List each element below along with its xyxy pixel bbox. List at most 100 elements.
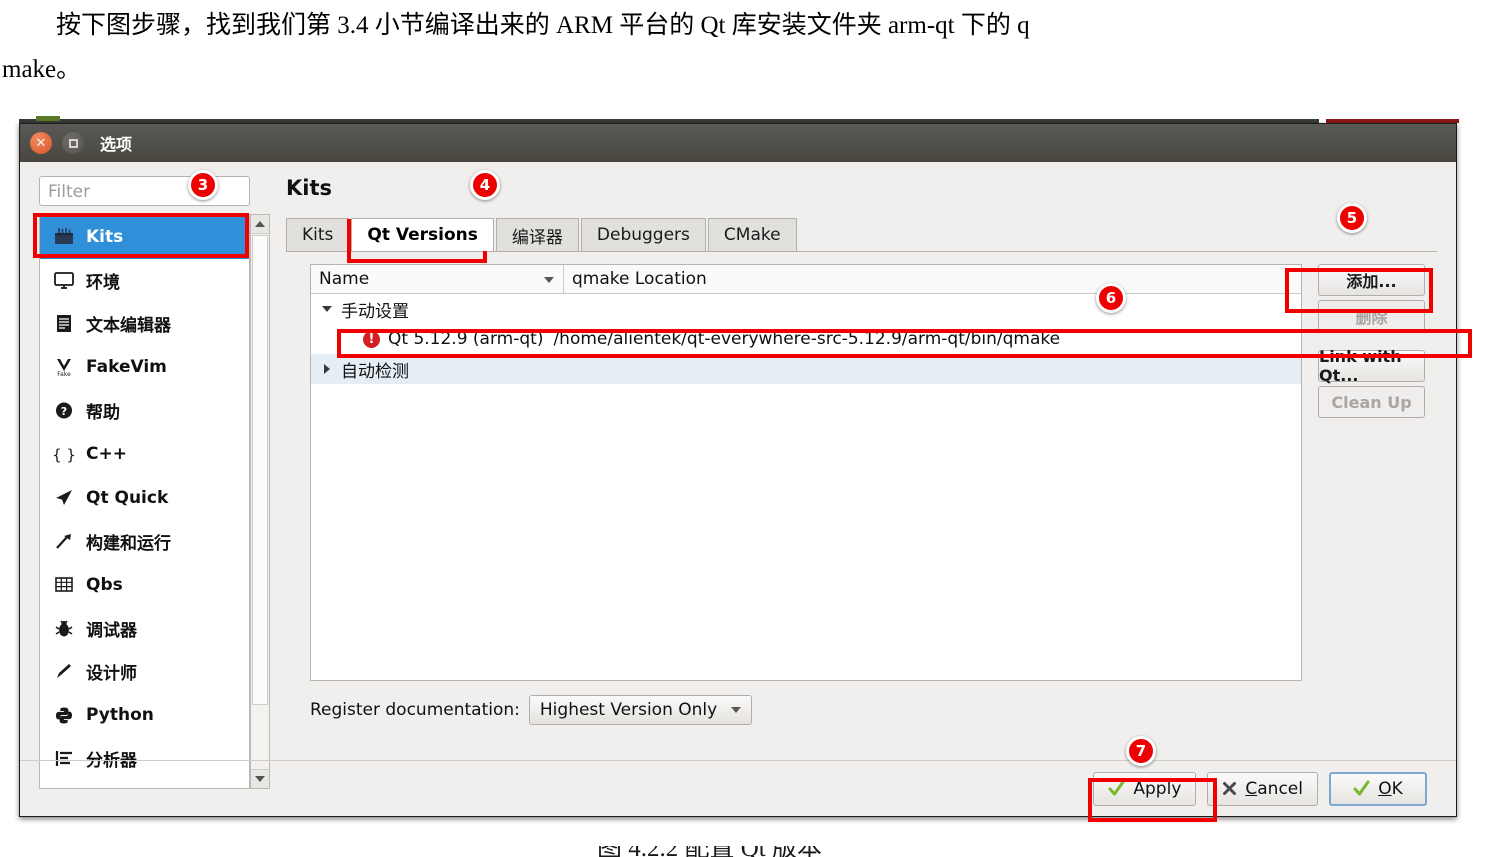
sidebar-item-label: FakeVim [86,357,167,378]
error-icon: ! [363,330,380,348]
chevron-down-icon [731,707,742,713]
annotation-badge-6: 6 [1096,283,1126,313]
sidebar-item-fakevim[interactable]: Fake FakeVim [40,346,249,390]
tab-qt-versions[interactable]: Qt Versions [351,218,494,251]
tab-debuggers[interactable]: Debuggers [580,218,706,251]
close-icon[interactable]: ✕ [30,132,52,154]
register-documentation-select[interactable]: Highest Version Only [528,695,753,725]
table-group-manual[interactable]: 手动设置 [311,294,1301,324]
sidebar-item-qbs[interactable]: Qbs [40,563,249,607]
hammer-icon [51,529,77,553]
add-button[interactable]: 添加... [1318,264,1425,296]
scrollbar-thumb[interactable] [252,235,268,705]
tab-kits[interactable]: Kits [286,218,350,251]
options-dialog: ✕ 选项 Filter Kits 环境 文本编辑器 Fake FakeVim ?… [19,123,1457,817]
tab-bar: Kits Qt Versions 编译器 Debuggers CMake [286,218,1437,252]
sidebar-item-text-editor[interactable]: 文本编辑器 [40,302,249,346]
svg-text:{ }: { } [53,446,75,464]
sidebar-item-build-and-run[interactable]: 构建和运行 [40,520,249,564]
register-documentation-label: Register documentation: [310,700,520,720]
kits-icon [51,225,77,249]
svg-text:?: ? [61,405,67,418]
cancel-accel: C [1245,778,1258,799]
register-documentation-row: Register documentation: Highest Version … [310,695,753,725]
ok-button-label: OK [1378,779,1403,799]
annotation-badge-3: 3 [188,170,218,200]
help-icon: ? [51,399,77,423]
annotation-badge-5: 5 [1337,203,1367,233]
column-header-name[interactable]: Name [311,265,564,293]
link-with-qt-button[interactable]: Link with Qt... [1318,347,1425,385]
filter-input[interactable]: Filter [39,176,250,206]
apply-button[interactable]: Apply [1093,771,1197,806]
tab-compilers[interactable]: 编译器 [495,218,579,251]
sidebar-scrollbar[interactable] [250,214,270,789]
background-green-mark [36,116,60,121]
column-header-label: qmake Location [572,269,707,289]
ok-rest: K [1391,778,1403,799]
column-header-label: Name [319,269,370,289]
pencil-icon [51,660,77,684]
sidebar-item-environment[interactable]: 环境 [40,259,249,303]
sidebar-item-label: 环境 [86,272,120,293]
sidebar-item-kits[interactable]: Kits [40,215,249,259]
ok-accel: O [1378,778,1392,799]
scroll-up-icon[interactable] [251,215,269,234]
sidebar-item-designer[interactable]: 设计师 [40,650,249,694]
sidebar-item-label: 调试器 [86,620,137,641]
tab-cmake[interactable]: CMake [707,218,797,251]
chevron-right-icon[interactable] [319,362,334,377]
sidebar-item-qt-quick[interactable]: Qt Quick [40,476,249,520]
table-group-label: 手动设置 [341,301,409,322]
sidebar-item-label: 帮助 [86,403,120,424]
paper-plane-icon [51,486,77,510]
qt-version-name: Qt 5.12.9 (arm-qt) [388,329,544,349]
sidebar-item-label: 设计师 [86,664,137,685]
sidebar-item-python[interactable]: Python [40,694,249,738]
table-action-buttons: 添加... 删除 Link with Qt... Clean Up [1318,264,1425,422]
bug-icon [51,616,77,640]
figure-caption: 图 4.2.2 配置 Qt 版本 [0,846,1494,857]
table-group-autodetected[interactable]: 自动检测 [311,354,1301,384]
cancel-button-label: Cancel [1245,779,1303,799]
sidebar-item-label: Kits [86,226,124,247]
qt-versions-panel: Name qmake Location 手动设置 ! Qt 5.12.9 (ar… [286,252,1437,789]
table-group-label: 自动检测 [341,361,409,382]
maximize-icon[interactable] [62,132,84,154]
table-row[interactable]: ! Qt 5.12.9 (arm-qt) /home/alientek/qt-e… [311,324,1301,354]
annotation-badge-7: 7 [1126,736,1156,766]
grid-icon [51,573,77,597]
python-icon [51,703,77,727]
register-documentation-value: Highest Version Only [539,700,718,720]
document-line-2: make。 [2,56,82,83]
remove-button: 删除 [1318,300,1425,332]
document-line-1: 按下图步骤，找到我们第 3.4 小节编译出来的 ARM 平台的 Qt 库安装文件… [56,12,1030,39]
table-header-row: Name qmake Location [311,265,1301,294]
dialog-button-bar: Apply Cancel OK [20,760,1456,816]
sort-descending-icon [544,277,554,283]
sidebar-item-help[interactable]: ? 帮助 [40,389,249,433]
check-icon [1108,780,1125,797]
braces-icon: { } [51,442,77,466]
ok-button[interactable]: OK [1329,771,1427,806]
sidebar-item-label: 文本编辑器 [86,316,171,337]
qt-versions-table[interactable]: Name qmake Location 手动设置 ! Qt 5.12.9 (ar… [310,264,1302,681]
clean-up-button: Clean Up [1318,386,1425,418]
sidebar-item-label: Qbs [86,574,123,595]
monitor-icon [51,268,77,292]
dialog-body: Filter Kits 环境 文本编辑器 Fake FakeVim ? 帮助 {… [20,162,1456,816]
chevron-down-icon[interactable] [319,302,334,317]
cancel-button[interactable]: Cancel [1207,771,1318,806]
sidebar-item-cpp[interactable]: { } C++ [40,433,249,477]
sidebar-item-debugger[interactable]: 调试器 [40,607,249,651]
title-bar: ✕ 选项 [20,124,1456,162]
svg-text:Fake: Fake [57,371,71,377]
cancel-rest: ancel [1257,778,1303,799]
sidebar-item-label: 构建和运行 [86,533,171,554]
sidebar-item-label: Python [86,705,154,726]
apply-button-label: Apply [1133,778,1182,799]
fakevim-icon: Fake [51,355,77,379]
document-icon [51,312,77,336]
column-header-qmake-location[interactable]: qmake Location [564,265,1301,293]
settings-category-list[interactable]: Kits 环境 文本编辑器 Fake FakeVim ? 帮助 {} C++ … [39,214,250,789]
